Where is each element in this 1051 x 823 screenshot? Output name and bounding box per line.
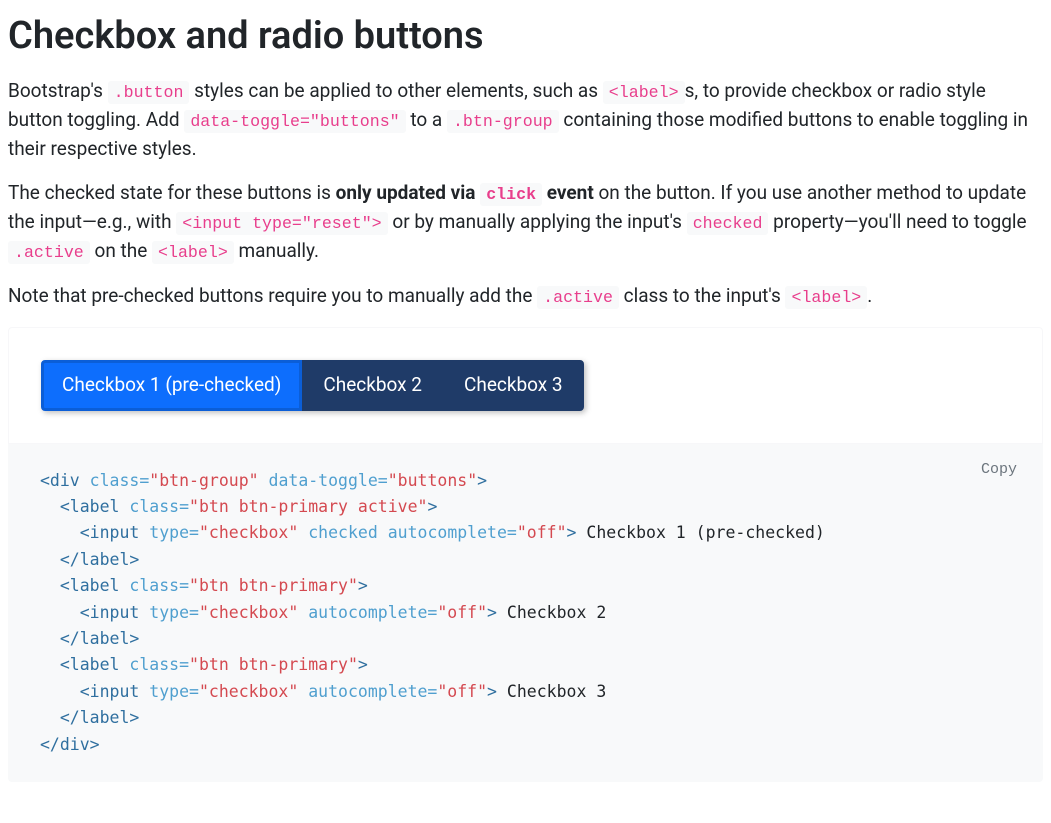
code-click: click [480, 183, 542, 206]
paragraph-1: Bootstrap's .button styles can be applie… [8, 77, 1043, 163]
code-example: Copy <div class="btn-group" data-toggle=… [8, 444, 1043, 782]
code-active2: .active [537, 286, 619, 309]
button-group: Checkbox 1 (pre-checked) Checkbox 2 Chec… [41, 360, 584, 411]
code-label3: <label> [785, 286, 867, 309]
paragraph-3: Note that pre-checked buttons require yo… [8, 282, 1043, 311]
checkbox-button-1[interactable]: Checkbox 1 (pre-checked) [41, 360, 302, 411]
code-input-reset: <input type="reset"> [176, 212, 387, 235]
code-button: .button [108, 81, 190, 104]
code-active: .active [8, 241, 90, 264]
paragraph-2: The checked state for these buttons is o… [8, 179, 1043, 266]
copy-button[interactable]: Copy [975, 460, 1023, 479]
code-checked: checked [687, 212, 769, 235]
code-btn-group: .btn-group [447, 110, 559, 133]
strong-only-updated: only updated via click event [336, 181, 594, 204]
code-data-toggle: data-toggle="buttons" [184, 110, 405, 133]
checkbox-button-3[interactable]: Checkbox 3 [443, 360, 584, 411]
code-label: <label> [603, 81, 685, 104]
code-label2: <label> [152, 241, 234, 264]
section-heading: Checkbox and radio buttons [8, 8, 1043, 65]
code-pre: <div class="btn-group" data-toggle="butt… [40, 468, 1011, 758]
checkbox-button-2[interactable]: Checkbox 2 [302, 360, 443, 411]
live-example: Checkbox 1 (pre-checked) Checkbox 2 Chec… [8, 327, 1043, 444]
